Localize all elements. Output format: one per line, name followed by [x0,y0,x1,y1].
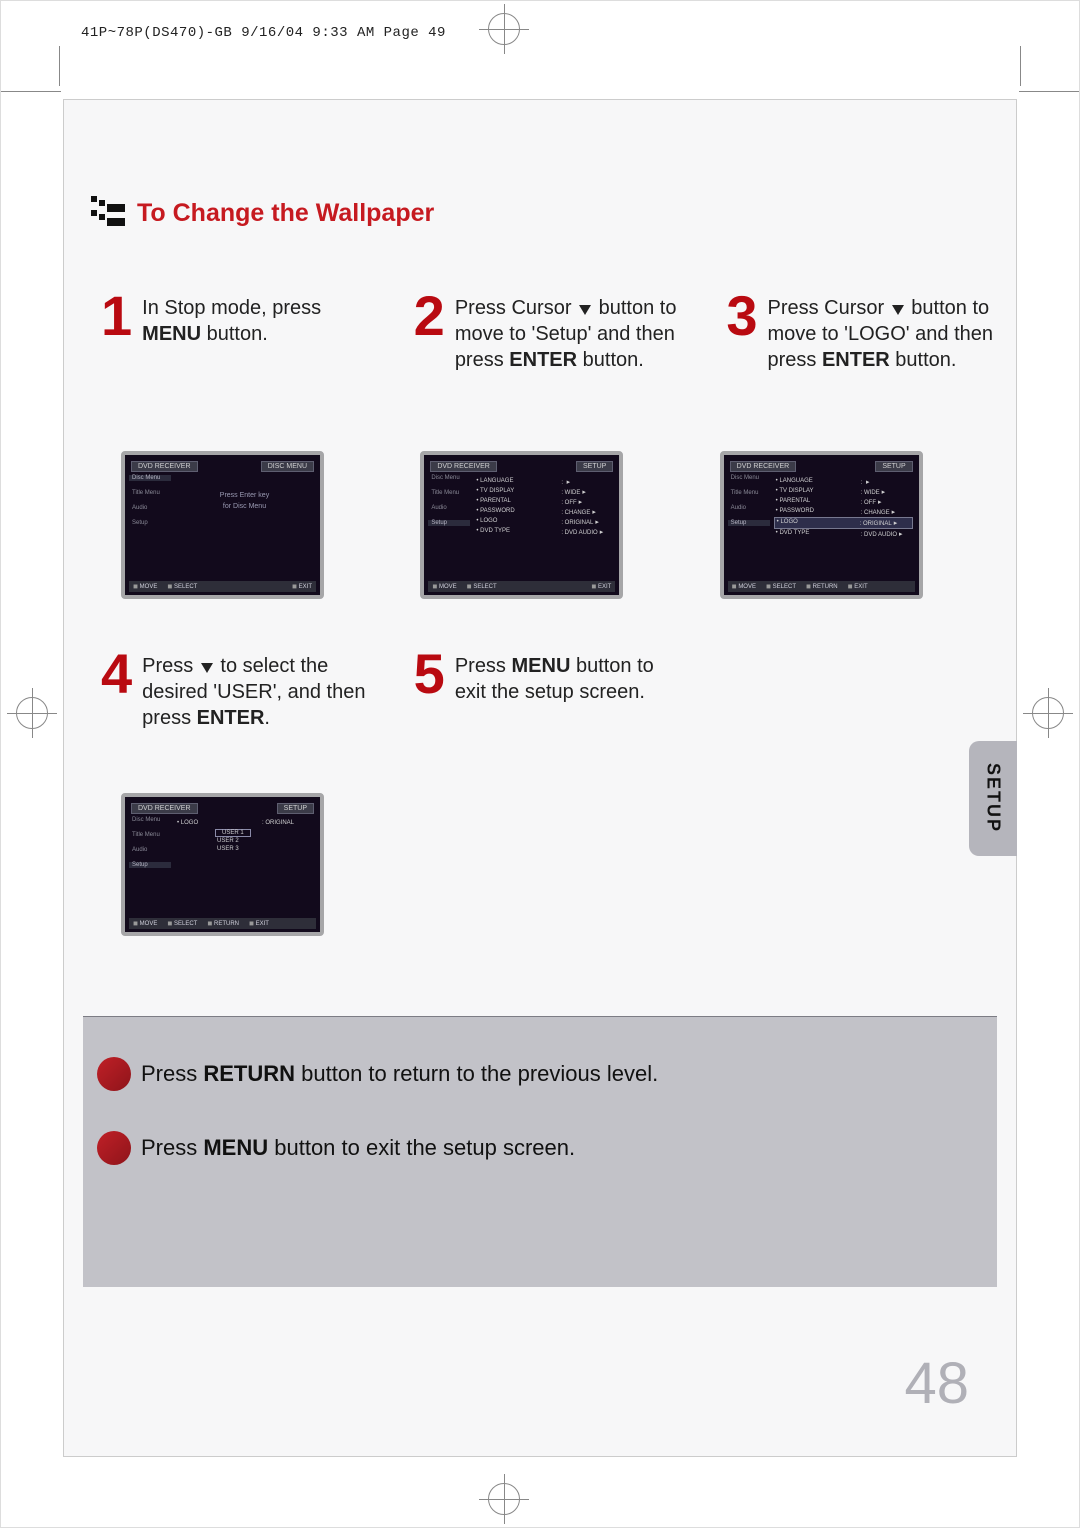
osd-sidebar: Disc Menu Title Menu Audio Setup [428,475,470,535]
step-number: 3 [726,291,757,341]
side-tab-label: SETUP [983,763,1004,833]
pixel-arrow-icon [91,196,129,230]
step-text: Press Cursor button to move to 'LOGO' an… [767,291,999,373]
step-number: 2 [414,291,445,341]
osd-left-badge: DVD RECEIVER [730,461,797,472]
osd-body: LANGUAGE TV DISPLAYWIDE PARENTALOFF PASS… [474,477,613,537]
crop-mark [1,91,61,92]
osd-right-badge: SETUP [277,803,314,814]
page-number: 48 [904,1350,969,1417]
osd-right-badge: SETUP [875,461,912,472]
step-number: 4 [101,649,132,699]
osd-body: LANGUAGE TV DISPLAYWIDE PARENTALOFF PASS… [774,477,913,539]
osd-footer: MOVE SELECT RETURN EXIT [129,918,316,929]
osd-left-badge: DVD RECEIVER [430,461,497,472]
registration-mark-icon [488,13,520,45]
cursor-down-icon [201,663,213,673]
osd-disc-menu: DVD RECEIVER DISC MENU Disc Menu Title M… [121,451,324,599]
step-5: 5 Press MENU button to exit the setup sc… [414,649,687,731]
step-text: In Stop mode, press MENU button. [142,291,374,347]
osd-setup-logo-highlight: DVD RECEIVER SETUP Disc Menu Title Menu … [720,451,923,599]
section-title: To Change the Wallpaper [91,196,434,230]
osd-right-badge: DISC MENU [261,461,314,472]
osd-shots-row: DVD RECEIVER DISC MENU Disc Menu Title M… [121,451,979,599]
osd-shots-row-2: DVD RECEIVER SETUP Disc Menu Title Menu … [121,793,324,936]
step-number: 5 [414,649,445,699]
note-menu: Press MENU button to exit the setup scre… [97,1131,997,1165]
osd-footer: MOVE SELECT RETURN EXIT [728,581,915,592]
registration-mark-icon [1032,697,1064,729]
manual-page: { "header": { "print_info": "41P~78P(DS4… [0,0,1080,1528]
step-number: 1 [101,291,132,341]
cursor-down-icon [579,305,591,315]
osd-sidebar: Disc Menu Title Menu Audio Setup [728,475,770,535]
side-tab-setup: SETUP [969,741,1017,856]
registration-mark-icon [16,697,48,729]
osd-left-badge: DVD RECEIVER [131,461,198,472]
step-text: Press Cursor button to move to 'Setup' a… [455,291,687,373]
section-title-text: To Change the Wallpaper [137,199,434,228]
note-return: Press RETURN button to return to the pre… [97,1057,997,1091]
bullet-icon [97,1131,131,1165]
osd-logo-options: DVD RECEIVER SETUP Disc Menu Title Menu … [121,793,324,936]
steps-row: 1 In Stop mode, press MENU button. 2 Pre… [101,291,999,373]
note-text: Press MENU button to exit the setup scre… [141,1135,575,1161]
osd-sidebar: Disc Menu Title Menu Audio Setup [129,475,171,535]
osd-sidebar: Disc Menu Title Menu Audio Setup [129,817,171,877]
step-text: Press MENU button to exit the setup scre… [455,649,687,705]
osd-footer: MOVE SELECT EXIT [428,581,615,592]
print-header: 41P~78P(DS470)-GB 9/16/04 9:33 AM Page 4… [81,25,446,41]
osd-body: LOGOORIGINAL USER 1 USER 2 USER 3 [175,819,314,853]
bullet-icon [97,1057,131,1091]
step-text: Press to select the desired 'USER', and … [142,649,374,731]
crop-mark [1020,46,1021,86]
osd-right-badge: SETUP [576,461,613,472]
crop-mark [1019,91,1079,92]
step-4: 4 Press to select the desired 'USER', an… [101,649,374,731]
crop-mark [59,46,60,86]
osd-footer: MOVE SELECT EXIT [129,581,316,592]
cursor-down-icon [892,305,904,315]
osd-left-badge: DVD RECEIVER [131,803,198,814]
note-text: Press RETURN button to return to the pre… [141,1061,658,1087]
notes-block: Press RETURN button to return to the pre… [83,1016,997,1287]
step-3: 3 Press Cursor button to move to 'LOGO' … [726,291,999,373]
registration-mark-icon [488,1483,520,1515]
osd-setup-menu: DVD RECEIVER SETUP Disc Menu Title Menu … [420,451,623,599]
osd-center-text: Press Enter key for Disc Menu [175,477,314,512]
step-2: 2 Press Cursor button to move to 'Setup'… [414,291,687,373]
step-1: 1 In Stop mode, press MENU button. [101,291,374,373]
steps-row-2: 4 Press to select the desired 'USER', an… [101,649,999,731]
